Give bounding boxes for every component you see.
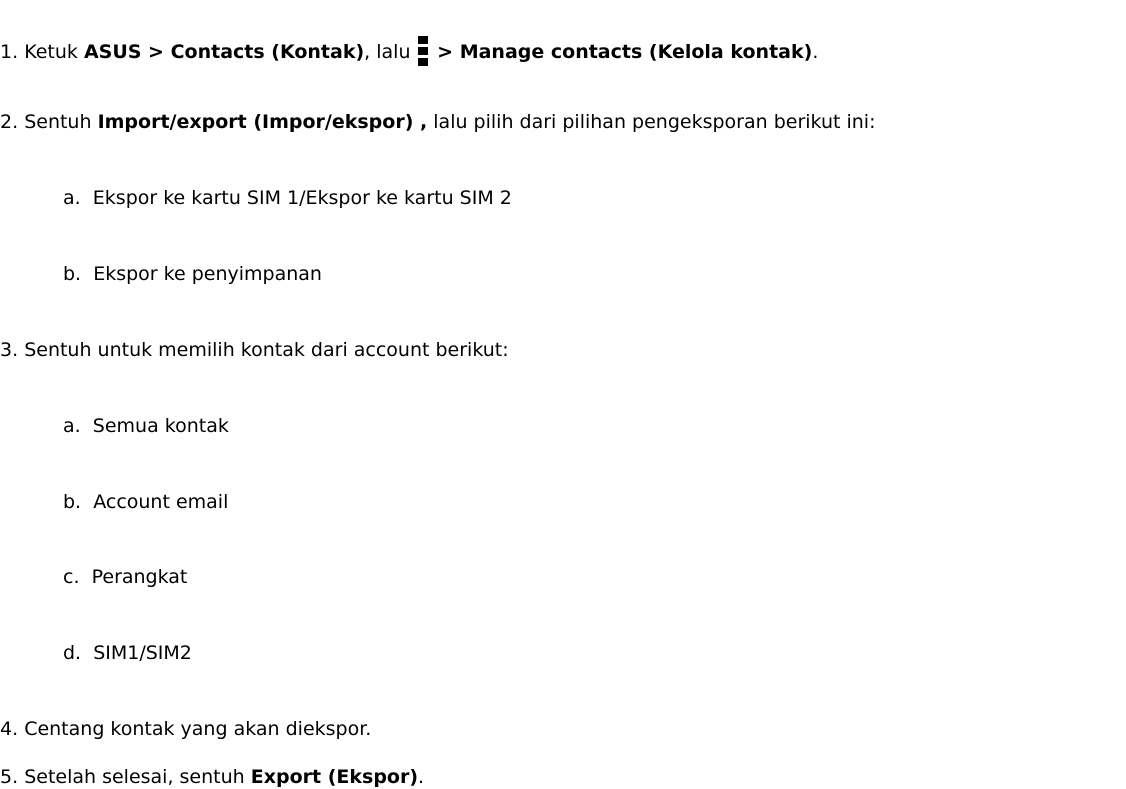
step-text: lalu pilih dari pilihan pengeksporan ber… [427, 111, 876, 133]
substep-letter: d. [63, 642, 82, 664]
step-number: 1. [0, 41, 19, 63]
step-bold-separator: > [430, 41, 460, 63]
substep-text: Account email [93, 491, 229, 513]
substep-3a: a. Semua kontak [63, 415, 229, 437]
substep-2a: a. Ekspor ke kartu SIM 1/Ekspor ke kartu… [63, 187, 512, 209]
step-5: 5. Setelah selesai, sentuh Export (Ekspo… [0, 766, 424, 788]
step-1: 1. Ketuk ASUS > Contacts (Kontak), lalu … [0, 36, 818, 66]
substep-3c: c. Perangkat [63, 566, 187, 588]
step-text: Sentuh [24, 111, 98, 133]
substep-letter: b. [63, 491, 82, 513]
substep-text: Ekspor ke kartu SIM 1/Ekspor ke kartu SI… [92, 187, 512, 209]
step-text: Sentuh untuk memilih kontak dari account… [24, 339, 509, 361]
step-text: Centang kontak yang akan diekspor. [24, 718, 372, 740]
substep-2b: b. Ekspor ke penyimpanan [63, 263, 322, 285]
more-vertical-icon [417, 36, 428, 66]
substep-3b: b. Account email [63, 491, 228, 513]
substep-letter: a. [63, 187, 81, 209]
substep-text: Perangkat [91, 566, 188, 588]
step-number: 4. [0, 718, 19, 740]
step-bold-text: Manage contacts (Kelola kontak) [459, 41, 813, 63]
step-bold-text: Export (Ekspor) [250, 766, 419, 788]
step-text: . [812, 41, 819, 63]
step-4: 4. Centang kontak yang akan diekspor. [0, 718, 371, 740]
substep-3d: d. SIM1/SIM2 [63, 642, 192, 664]
step-number: 5. [0, 766, 19, 788]
step-text: , lalu [364, 41, 417, 63]
step-2: 2. Sentuh Import/export (Impor/ekspor) ,… [0, 111, 876, 133]
step-text: Ketuk [24, 41, 84, 63]
substep-text: SIM1/SIM2 [93, 642, 192, 664]
substep-letter: b. [63, 263, 82, 285]
step-text: . [418, 766, 425, 788]
step-3: 3. Sentuh untuk memilih kontak dari acco… [0, 339, 509, 361]
step-number: 2. [0, 111, 19, 133]
step-text: Setelah selesai, sentuh [24, 766, 251, 788]
step-bold-text: ASUS > Contacts (Kontak) [83, 41, 365, 63]
substep-letter: c. [63, 566, 80, 588]
substep-text: Semua kontak [92, 415, 229, 437]
step-bold-text: Import/export (Impor/ekspor) , [97, 111, 428, 133]
substep-text: Ekspor ke penyimpanan [93, 263, 322, 285]
step-number: 3. [0, 339, 19, 361]
substep-letter: a. [63, 415, 81, 437]
